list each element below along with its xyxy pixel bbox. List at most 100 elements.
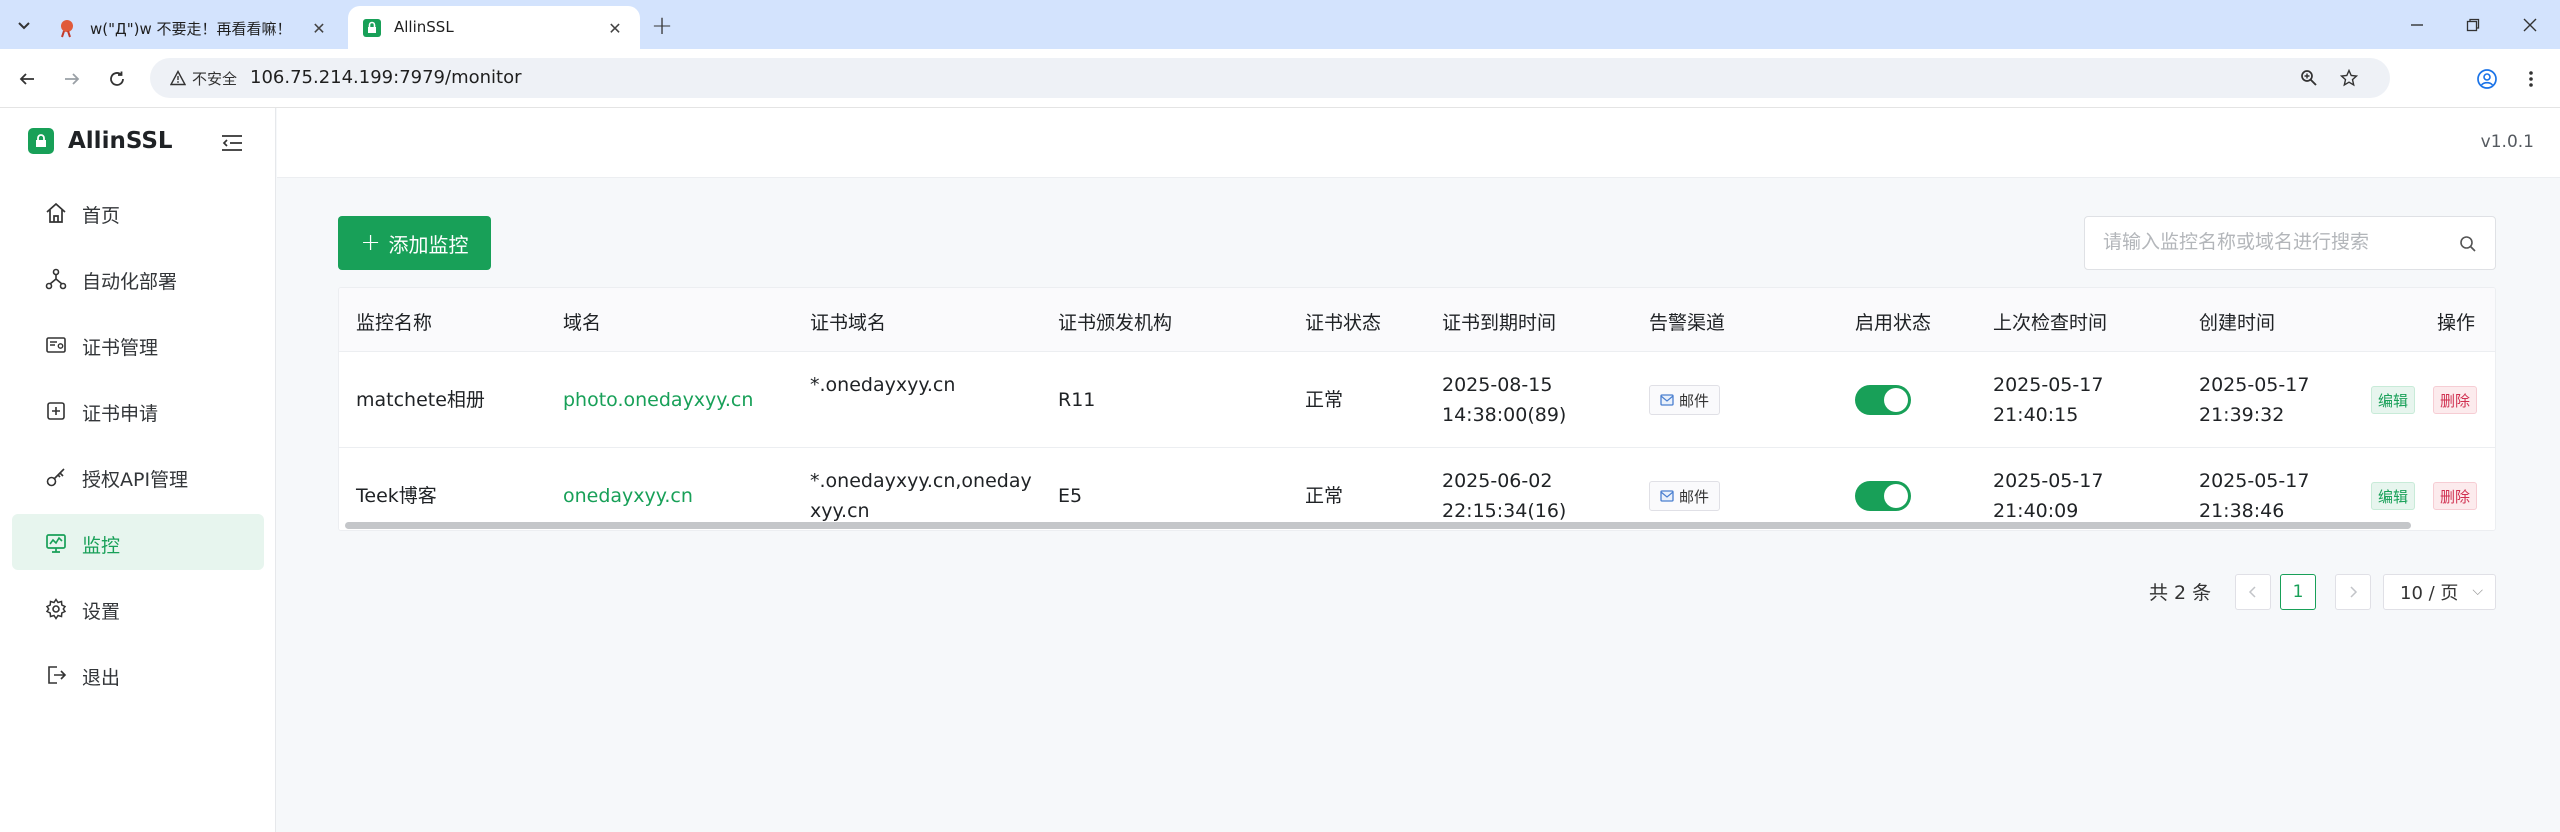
last-check-date: 2025-05-17 <box>1993 374 2104 396</box>
page-size-label: 10 / 页 <box>2400 583 2459 604</box>
brand: AllinSSL <box>28 128 173 154</box>
add-monitor-button[interactable]: + 添加监控 <box>338 216 491 270</box>
browser-tabstrip: w("Д")w 不要走！再看看嘛！ ✕ AllinSSL ✕ + <box>0 0 2560 49</box>
column-header: 上次检查时间 <box>1993 312 2108 334</box>
created-time: 2025-05-17 21:38:46 <box>2199 466 2309 526</box>
reload-icon <box>110 71 124 86</box>
sidebar-item-label: 自动化部署 <box>82 271 178 293</box>
column-header: 证书颁发机构 <box>1058 312 1173 334</box>
alert-channel-tag: 邮件 <box>1649 481 1721 511</box>
cert-status: 正常 <box>1305 389 1344 411</box>
chevron-left-icon <box>2248 586 2256 598</box>
reload-button[interactable] <box>102 64 132 94</box>
profile-button[interactable] <box>2472 64 2502 94</box>
bookmark-button[interactable] <box>2338 67 2360 89</box>
warning-triangle-icon <box>170 70 186 86</box>
workflow-icon <box>44 267 68 291</box>
main-content: v1.0.1 + 添加监控 监控名称 域名 证书域名 证书颁发机构 证书状态 证… <box>277 108 2560 832</box>
enable-toggle[interactable] <box>1855 385 1911 415</box>
cert-domain-line: *.onedayxyy.cn <box>810 374 956 396</box>
alert-channel-label: 邮件 <box>1679 487 1710 506</box>
enable-toggle[interactable] <box>1855 481 1911 511</box>
minimize-icon <box>2411 23 2423 26</box>
domain-link[interactable]: photo.onedayxyy.cn <box>563 385 753 415</box>
sidebar-item-label: 授权API管理 <box>82 469 189 491</box>
column-header: 创建时间 <box>2199 312 2276 334</box>
minimize-button[interactable] <box>2389 0 2445 49</box>
created-date: 2025-05-17 <box>2199 470 2310 492</box>
prev-page-button[interactable] <box>2235 574 2271 610</box>
toggle-knob <box>1884 484 1908 508</box>
browser-tab-inactive[interactable]: w("Д")w 不要走！再看看嘛！ ✕ <box>44 6 344 49</box>
sidebar-item-automation[interactable]: 自动化部署 <box>12 250 264 306</box>
sidebar-item-monitor[interactable]: 监控 <box>12 514 264 570</box>
domain-link[interactable]: onedayxyy.cn <box>563 481 693 511</box>
sidebar: AllinSSL 首页 自动化部署 证书管理 证书申请 授权API管理 监控 设… <box>0 108 276 832</box>
close-window-button[interactable] <box>2502 0 2558 49</box>
table-row: matchete相册 photo.onedayxyy.cn *.onedayxy… <box>339 352 2495 448</box>
issuer: R11 <box>1058 389 1096 411</box>
last-check-time: 2025-05-17 21:40:09 <box>1993 466 2103 526</box>
arrow-left-icon <box>19 73 34 85</box>
sidebar-item-label: 退出 <box>82 667 121 689</box>
issuer: E5 <box>1058 485 1083 507</box>
new-tab-button[interactable]: + <box>648 11 676 41</box>
tab-title: w("Д")w 不要走！再看看嘛！ <box>90 20 292 38</box>
tab-search-button[interactable] <box>9 13 39 37</box>
edit-button[interactable]: 编辑 <box>2371 482 2416 510</box>
search-input[interactable] <box>2103 231 2443 255</box>
zoom-icon <box>2301 70 2317 86</box>
browser-menu-button[interactable] <box>2516 64 2546 94</box>
total-count: 共 2 条 <box>2149 582 2212 604</box>
close-icon <box>2523 18 2537 31</box>
certificate-icon <box>44 333 68 357</box>
column-header: 证书域名 <box>810 312 887 334</box>
last-check-clock: 21:40:15 <box>1993 404 2079 426</box>
last-check-time: 2025-05-17 21:40:15 <box>1993 370 2103 430</box>
horizontal-scrollbar[interactable] <box>345 522 2411 529</box>
key-icon <box>44 465 68 489</box>
security-chip[interactable]: 不安全 <box>160 63 247 93</box>
sidebar-item-home[interactable]: 首页 <box>12 184 264 240</box>
page-number-button[interactable]: 1 <box>2280 574 2316 610</box>
search-icon[interactable] <box>2457 233 2479 255</box>
cert-domain: *.onedayxyy.cn <box>810 370 955 400</box>
alert-channel-tag: 邮件 <box>1649 385 1721 415</box>
expire-date: 2025-08-15 <box>1442 374 1553 396</box>
monitor-table: 监控名称 域名 证书域名 证书颁发机构 证书状态 证书到期时间 告警渠道 启用状… <box>338 287 2496 531</box>
sidebar-item-label: 证书申请 <box>82 403 159 425</box>
sidebar-item-certificates[interactable]: 证书管理 <box>12 316 264 372</box>
close-tab-icon[interactable]: ✕ <box>308 17 330 39</box>
browser-tab-active[interactable]: AllinSSL ✕ <box>348 6 640 49</box>
forward-button[interactable] <box>57 64 87 94</box>
collapse-sidebar-button[interactable] <box>218 130 246 156</box>
profile-icon <box>2477 69 2497 89</box>
next-page-button[interactable] <box>2335 574 2371 610</box>
delete-button[interactable]: 删除 <box>2433 386 2478 414</box>
sidebar-item-apply[interactable]: 证书申请 <box>12 382 264 438</box>
table-row: Teek博客 onedayxyy.cn *.onedayxyy.cn,oneda… <box>339 448 2495 530</box>
sidebar-item-api[interactable]: 授权API管理 <box>12 448 264 504</box>
app-root: AllinSSL 首页 自动化部署 证书管理 证书申请 授权API管理 监控 设… <box>0 108 2560 832</box>
cert-status: 正常 <box>1305 485 1344 507</box>
back-button[interactable] <box>12 64 42 94</box>
collapse-menu-icon <box>222 135 242 151</box>
sidebar-item-label: 设置 <box>82 601 121 623</box>
column-header: 操作 <box>2437 312 2476 334</box>
restore-icon <box>2466 18 2480 31</box>
restore-button[interactable] <box>2445 0 2501 49</box>
delete-button[interactable]: 删除 <box>2433 482 2478 510</box>
edit-button[interactable]: 编辑 <box>2371 386 2416 414</box>
sidebar-item-logout[interactable]: 退出 <box>12 646 264 702</box>
page-size-select[interactable]: 10 / 页 ⌵ <box>2383 574 2496 610</box>
close-tab-icon[interactable]: ✕ <box>604 17 626 39</box>
toggle-knob <box>1884 388 1908 412</box>
cert-domain-line: *.onedayxyy.cn,oneday <box>810 470 1032 492</box>
column-header: 启用状态 <box>1855 312 1932 334</box>
address-bar[interactable]: 不安全 106.75.214.199:7979/monitor <box>150 58 2390 98</box>
last-check-date: 2025-05-17 <box>1993 470 2104 492</box>
sidebar-item-settings[interactable]: 设置 <box>12 580 264 636</box>
zoom-button[interactable] <box>2298 67 2320 89</box>
plus-icon: + <box>360 227 381 256</box>
expire-clock: 14:38:00(89) <box>1442 404 1567 426</box>
